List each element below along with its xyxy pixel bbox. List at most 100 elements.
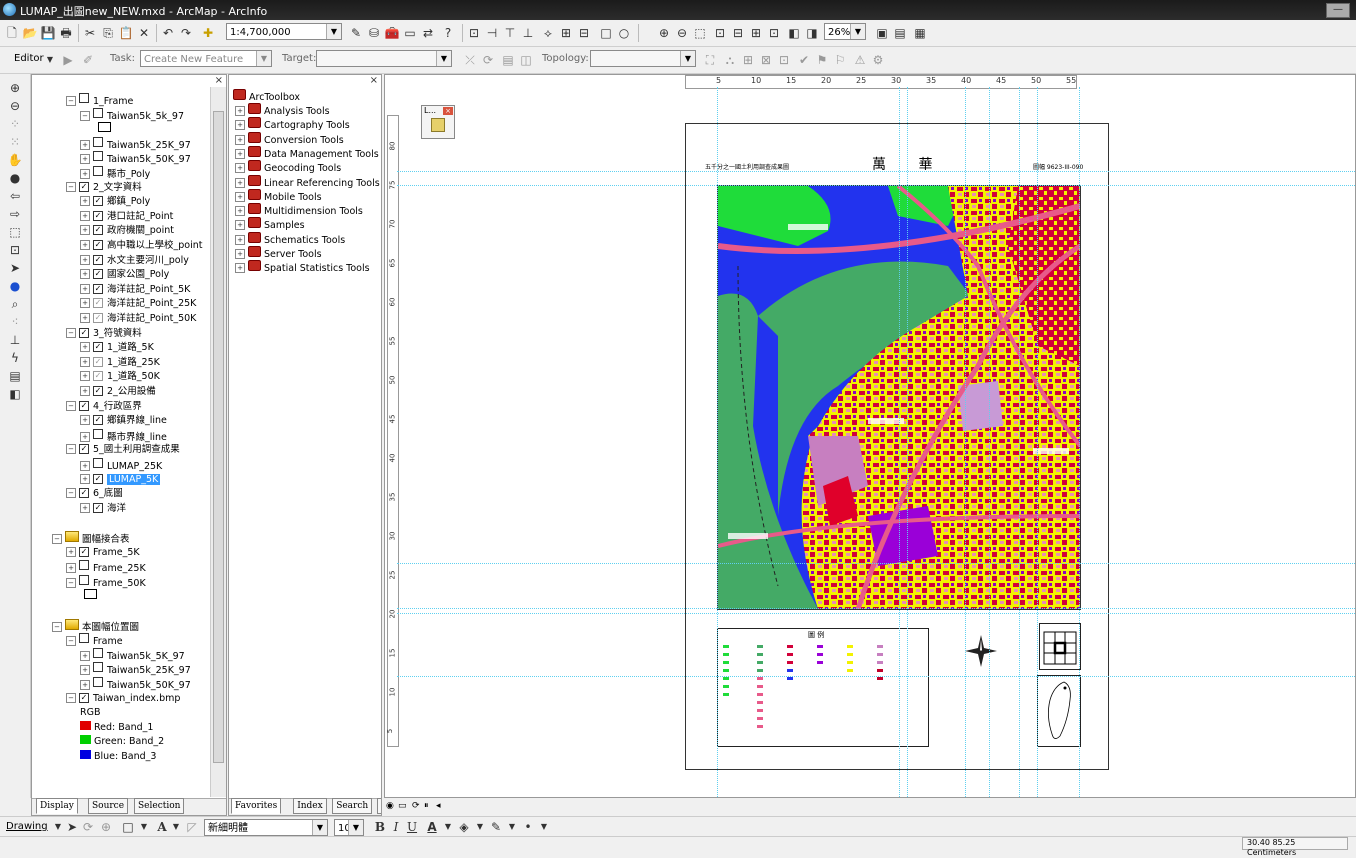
find-icon[interactable]: ⌕	[7, 296, 23, 312]
guide-snap-icon[interactable]: ⊤	[502, 25, 518, 41]
toc-item[interactable]: + 縣市界線_line	[80, 428, 167, 443]
layer-checkbox[interactable]: ✓	[79, 488, 89, 499]
layer-checkbox[interactable]	[93, 677, 103, 687]
task-combo[interactable]: Create New Feature ▼	[140, 50, 272, 67]
zoom-out-icon[interactable]: ⊖	[7, 98, 23, 114]
scroll-left-icon[interactable]: ◂	[436, 801, 441, 811]
toc-item[interactable]: + ✓ 2_公用設備	[80, 385, 156, 399]
error-inspector-icon[interactable]: ⚑	[814, 52, 830, 68]
toc-item[interactable]: − 1_Frame	[66, 93, 133, 107]
command-line-icon[interactable]: ▭	[402, 25, 418, 41]
expand-toggle-icon[interactable]: −	[66, 181, 76, 192]
expand-toggle-icon[interactable]: −	[66, 327, 76, 338]
expand-toggle-icon[interactable]: −	[80, 110, 90, 121]
floating-window[interactable]: L... ×	[421, 105, 455, 139]
expand-toggle-icon[interactable]: +	[80, 386, 90, 396]
layer-checkbox[interactable]: ✓	[79, 444, 89, 455]
expand-toggle-icon[interactable]: −	[66, 636, 76, 647]
attributes-icon[interactable]: ▤	[500, 52, 516, 68]
sketch-properties-icon[interactable]: ◫	[518, 52, 534, 68]
snapping-icon[interactable]: ⊡	[466, 25, 482, 41]
layer-checkbox[interactable]: ✓	[93, 386, 103, 396]
expand-toggle-icon[interactable]: +	[235, 191, 245, 202]
toc-scrollbar[interactable]	[210, 87, 226, 797]
vertical-ruler[interactable]: 80 75 70 65 60 55 50 45 40 35 30 25 20 15 10 5	[386, 115, 399, 747]
toc-item[interactable]: + Frame_25K	[66, 560, 146, 574]
toc-item[interactable]: + ✓ 國家公園_Poly	[80, 268, 169, 282]
expand-toggle-icon[interactable]: +	[80, 665, 90, 676]
expand-toggle-icon[interactable]: +	[235, 148, 245, 159]
shared-features-icon[interactable]: ⚐	[832, 52, 848, 68]
split-tool-icon[interactable]: ⤫	[462, 52, 478, 68]
expand-toggle-icon[interactable]: +	[235, 177, 245, 188]
layer-checkbox[interactable]: ✓	[79, 546, 89, 557]
chevron-down-icon[interactable]: ▼	[348, 820, 363, 835]
expand-toggle-icon[interactable]: +	[80, 240, 90, 250]
expand-toggle-icon[interactable]: +	[80, 196, 90, 207]
toc-item[interactable]: + ✓ 水文主要河川_poly	[80, 254, 189, 268]
toc-item[interactable]: + ✓ 1_道路_25K	[80, 356, 160, 370]
expand-toggle-icon[interactable]: −	[66, 577, 76, 588]
expand-toggle-icon[interactable]: +	[80, 210, 90, 221]
topology-edit-icon[interactable]: ⛶	[702, 52, 718, 68]
expand-toggle-icon[interactable]: +	[80, 342, 90, 353]
toolbox-item[interactable]: + Samples	[235, 217, 305, 231]
layer-checkbox[interactable]: ✓	[93, 196, 103, 207]
layer-checkbox[interactable]	[93, 151, 103, 162]
rectangle-frame-icon[interactable]: □	[598, 25, 614, 41]
layer-checkbox[interactable]: ✓	[93, 313, 103, 323]
zoom-to-selected-icon[interactable]: ⊕	[98, 819, 114, 835]
layer-checkbox[interactable]	[93, 458, 103, 468]
edit-vertices-icon[interactable]: ◸	[184, 819, 200, 835]
layout-view[interactable]: 5 10 15 20 25 30 35 40 45 50 55 80 75 70 65 60 55 50 45 40…	[384, 74, 1356, 798]
layer-checkbox[interactable]	[93, 107, 103, 118]
expand-toggle-icon[interactable]: −	[52, 534, 62, 544]
forward-icon[interactable]: ⇨	[7, 206, 23, 222]
expand-toggle-icon[interactable]: +	[235, 220, 245, 231]
time-slider-icon[interactable]: ◧	[7, 386, 23, 402]
distribute-icon[interactable]: ⊟	[576, 25, 592, 41]
margin-snap-icon[interactable]: ⟡	[540, 25, 556, 41]
toolbox-item[interactable]: + Server Tools	[235, 246, 322, 260]
back-icon[interactable]: ⇦	[7, 188, 23, 204]
redo-icon[interactable]: ↷	[178, 25, 194, 41]
toc-item[interactable]: + ✓ 鄉鎮界線_line	[80, 414, 167, 428]
expand-toggle-icon[interactable]: +	[235, 106, 245, 116]
toc-item[interactable]: − ✓ 6_底圖	[66, 487, 123, 501]
layer-checkbox[interactable]: ✓	[93, 210, 103, 221]
expand-toggle-icon[interactable]: +	[66, 546, 76, 557]
chevron-down-icon[interactable]: ▼	[312, 820, 327, 835]
edit-tool-icon[interactable]: ▶	[60, 52, 76, 68]
sketch-tool-icon[interactable]: ✐	[80, 52, 96, 68]
layer-checkbox[interactable]	[79, 633, 89, 644]
chevron-down-icon[interactable]: ▼	[136, 819, 152, 835]
layer-checkbox[interactable]: ✓	[93, 371, 103, 382]
toc-item[interactable]: + ✓ 鄉鎮_Poly	[80, 195, 150, 209]
expand-toggle-icon[interactable]: +	[80, 431, 90, 442]
toc-item[interactable]: Red: Band_1	[80, 720, 153, 735]
previous-extent-icon[interactable]: ◧	[786, 25, 802, 41]
expand-toggle-icon[interactable]: +	[235, 206, 245, 217]
zoom-out-page-icon[interactable]: ⊖	[674, 25, 690, 41]
tab-favorites[interactable]: Favorites	[231, 798, 282, 814]
chevron-down-icon[interactable]: ▼	[850, 24, 865, 39]
toc-item[interactable]	[94, 122, 111, 136]
expand-toggle-icon[interactable]: +	[80, 502, 90, 513]
change-layout-icon[interactable]: ▦	[912, 25, 928, 41]
toc-item[interactable]: − 本圖幅位置圖	[52, 618, 139, 633]
scale-combo[interactable]: 1:4,700,000 ▼	[226, 23, 342, 40]
toc-item[interactable]: + ✓ 海洋	[80, 502, 126, 516]
close-icon[interactable]: ×	[443, 107, 453, 115]
select-features-icon[interactable]: ⬚	[7, 224, 23, 240]
layer-checkbox[interactable]: ✓	[93, 225, 103, 236]
close-icon[interactable]: ×	[215, 75, 223, 86]
layer-checkbox[interactable]: ✓	[93, 342, 103, 353]
layout-view-icon[interactable]: ▭	[398, 801, 407, 811]
close-icon[interactable]: ×	[370, 75, 378, 86]
toc-item[interactable]: Green: Band_2	[80, 735, 164, 749]
toc-item[interactable]: + ✓ 海洋註記_Point_25K	[80, 297, 196, 311]
data-view-icon[interactable]: ◉	[386, 801, 394, 811]
topology-combo[interactable]: ▼	[590, 50, 696, 67]
expand-toggle-icon[interactable]: −	[66, 488, 76, 499]
expand-toggle-icon[interactable]: +	[235, 234, 245, 245]
